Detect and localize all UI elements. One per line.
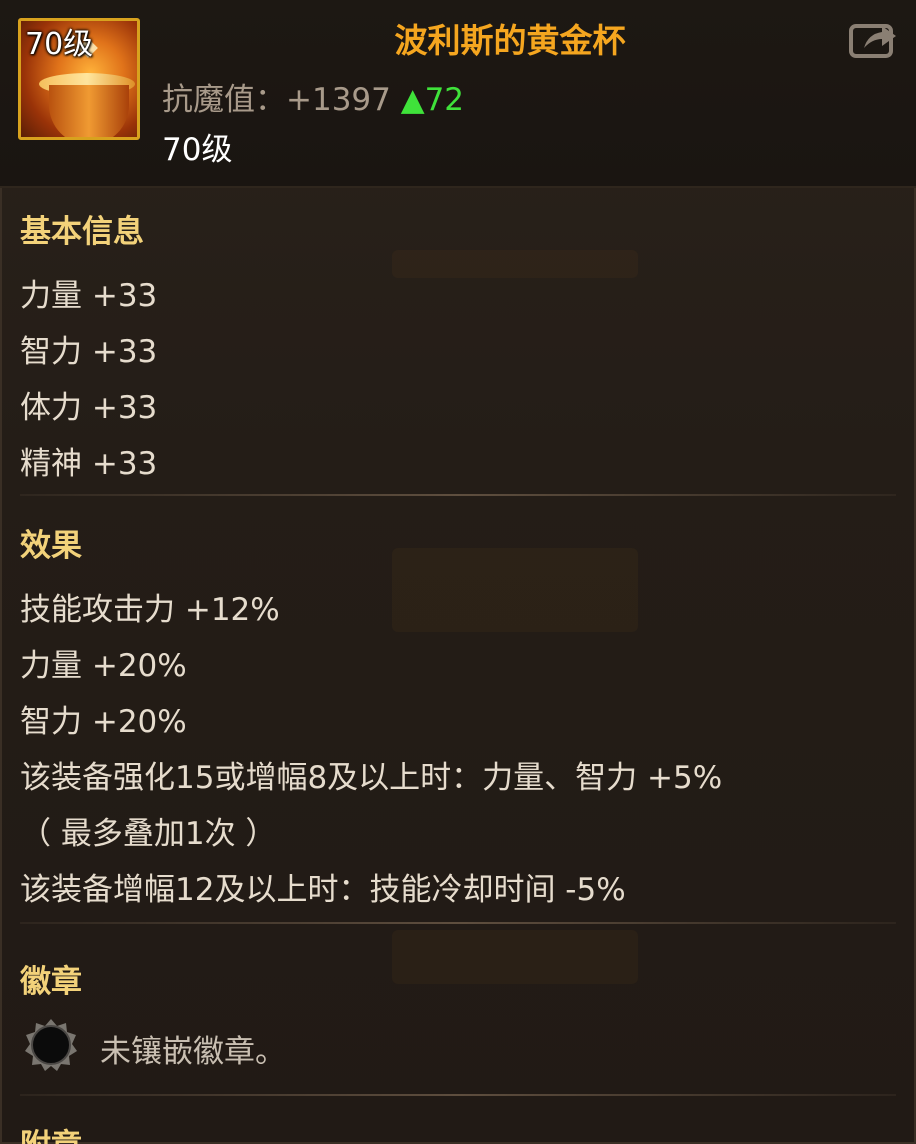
effect-line: （ 最多叠加1次 ） xyxy=(20,816,277,852)
item-tooltip-panel: 70级 波利斯的黄金杯 抗魔值：+1397 ▲72 70级 基本信息 力量 +3… xyxy=(0,0,916,1144)
basic-stat-intelligence: 智力 +33 xyxy=(20,334,158,370)
basic-info-title: 基本信息 xyxy=(20,214,144,250)
resist-value: +1397 xyxy=(286,82,391,118)
icon-level-label: 70级 xyxy=(25,27,94,62)
item-header: 70级 波利斯的黄金杯 抗魔值：+1397 ▲72 70级 xyxy=(0,0,916,188)
effect-line: 技能攻击力 +12% xyxy=(20,592,280,628)
section-divider xyxy=(20,1094,896,1096)
effect-line: 力量 +20% xyxy=(20,648,187,684)
share-icon[interactable] xyxy=(848,18,900,60)
basic-stat-vitality: 体力 +33 xyxy=(20,390,158,426)
basic-stat-spirit: 精神 +33 xyxy=(20,446,158,482)
emblem-socket-icon xyxy=(24,1018,78,1072)
section-divider xyxy=(20,922,896,924)
magic-resist-row: 抗魔值：+1397 ▲72 xyxy=(162,74,464,119)
effects-title: 效果 xyxy=(20,528,82,564)
resist-label: 抗魔值： xyxy=(162,82,286,118)
effect-line: 智力 +20% xyxy=(20,704,187,740)
background-shape xyxy=(392,930,638,984)
emblem-title: 徽章 xyxy=(20,964,82,1000)
item-name: 波利斯的黄金杯 xyxy=(394,21,626,60)
next-section-title: 附章 xyxy=(20,1120,82,1144)
basic-stat-strength: 力量 +33 xyxy=(20,278,158,314)
section-divider xyxy=(20,494,896,496)
emblem-empty-text: 未镶嵌徽章。 xyxy=(100,1034,286,1070)
background-shape xyxy=(392,548,638,632)
item-level: 70级 xyxy=(162,132,233,168)
golden-cup-icon: 70级 xyxy=(18,18,140,140)
background-shape xyxy=(392,250,638,278)
effect-line: 该装备强化15或增幅8及以上时：力量、智力 +5% xyxy=(20,760,723,796)
resist-delta: ▲72 xyxy=(400,82,465,118)
effect-line: 该装备增幅12及以上时：技能冷却时间 -5% xyxy=(20,872,626,908)
